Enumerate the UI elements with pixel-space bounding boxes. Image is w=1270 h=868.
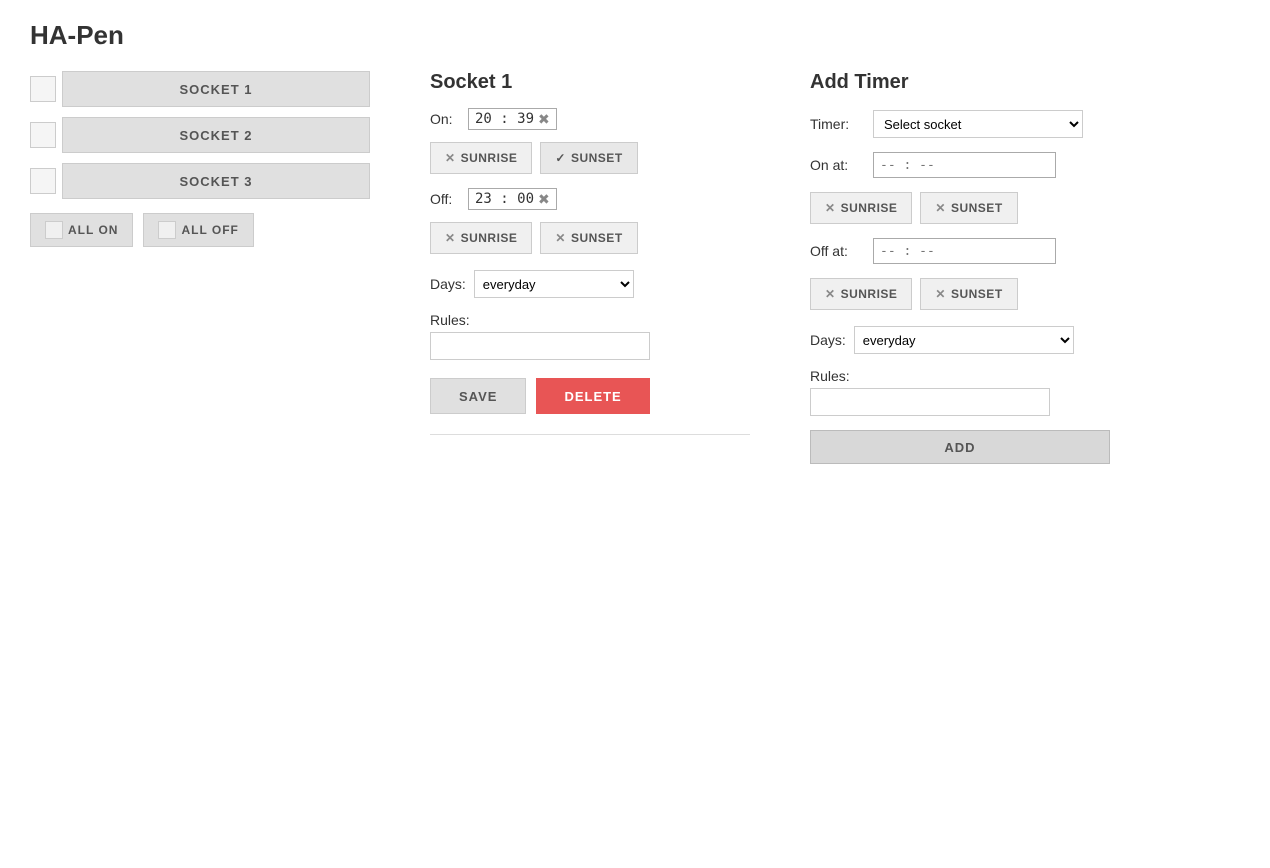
socket2-row: SOCKET 2 [30,117,370,153]
all-off-checkbox[interactable] [158,221,176,239]
timer-socket-row: Timer: Select socket Socket 1 Socket 2 S… [810,110,1110,138]
add-off-sunset-button[interactable]: ✕ SUNSET [920,278,1017,310]
on-time-value: 20 : 39 [475,111,534,127]
add-off-sunset-x-icon: ✕ [935,287,946,301]
add-days-select[interactable]: everyday weekdays weekends monday tuesda… [854,326,1074,354]
all-off-label: ALL OFF [181,223,238,237]
off-sunrise-button[interactable]: ✕ SUNRISE [430,222,532,254]
socket1-button[interactable]: SOCKET 1 [62,71,370,107]
off-time-value: 23 : 00 [475,191,534,207]
socket1-checkbox[interactable] [30,76,56,102]
days-row: Days: everyday weekdays weekends monday … [430,270,750,298]
off-time-box[interactable]: 23 : 00 ✖ [468,188,557,210]
add-off-sunrise-x-icon: ✕ [825,287,836,301]
rules-input[interactable] [430,332,650,360]
off-sunrise-label: SUNRISE [461,231,518,245]
add-off-sunrise-label: SUNRISE [841,287,898,301]
timer-label: Timer: [810,116,865,132]
save-button[interactable]: SAVE [430,378,526,414]
on-sunset-check-icon: ✓ [555,151,566,165]
add-off-at-input[interactable] [873,238,1056,264]
add-rules-section: Rules: [810,368,1110,416]
on-time-row: On: 20 : 39 ✖ [430,108,750,130]
socket3-button[interactable]: SOCKET 3 [62,163,370,199]
on-sunrise-x-icon: ✕ [445,151,456,165]
add-off-sunrise-sunset-row: ✕ SUNRISE ✕ SUNSET [810,278,1110,310]
add-off-at-row: Off at: [810,238,1110,264]
on-sunrise-label: SUNRISE [461,151,518,165]
add-on-at-row: On at: [810,152,1110,178]
on-time-clear[interactable]: ✖ [538,112,550,126]
rules-section: Rules: [430,312,750,360]
all-on-button[interactable]: ALL ON [30,213,133,247]
add-rules-input[interactable] [810,388,1050,416]
off-sunset-x-icon: ✕ [555,231,566,245]
days-label: Days: [430,276,466,292]
add-off-at-label: Off at: [810,243,865,259]
add-on-sunrise-sunset-row: ✕ SUNRISE ✕ SUNSET [810,192,1110,224]
on-sunset-button[interactable]: ✓ SUNSET [540,142,637,174]
middle-panel: Socket 1 On: 20 : 39 ✖ ✕ SUNRISE ✓ SUNSE… [430,71,750,435]
add-timer-title: Add Timer [810,71,1110,94]
off-sunset-label: SUNSET [571,231,623,245]
all-buttons-row: ALL ON ALL OFF [30,213,370,247]
all-on-label: ALL ON [68,223,118,237]
add-rules-label: Rules: [810,368,1110,384]
socket3-checkbox[interactable] [30,168,56,194]
action-buttons-row: SAVE DELETE [430,378,750,414]
socket1-row: SOCKET 1 [30,71,370,107]
add-days-row: Days: everyday weekdays weekends monday … [810,326,1110,354]
off-time-row: Off: 23 : 00 ✖ [430,188,750,210]
socket2-button[interactable]: SOCKET 2 [62,117,370,153]
days-select[interactable]: everyday weekdays weekends monday tuesda… [474,270,634,298]
add-on-sunset-x-icon: ✕ [935,201,946,215]
off-sunrise-x-icon: ✕ [445,231,456,245]
add-on-sunrise-label: SUNRISE [841,201,898,215]
add-off-sunset-label: SUNSET [951,287,1003,301]
rules-label: Rules: [430,312,750,328]
socket-select[interactable]: Select socket Socket 1 Socket 2 Socket 3 [873,110,1083,138]
socket-title: Socket 1 [430,71,750,94]
delete-button[interactable]: DELETE [536,378,649,414]
all-on-checkbox[interactable] [45,221,63,239]
on-label: On: [430,111,460,127]
add-on-at-input[interactable] [873,152,1056,178]
off-time-clear[interactable]: ✖ [538,192,550,206]
add-button[interactable]: ADD [810,430,1110,464]
add-off-sunrise-button[interactable]: ✕ SUNRISE [810,278,912,310]
add-on-sunrise-x-icon: ✕ [825,201,836,215]
left-panel: SOCKET 1 SOCKET 2 SOCKET 3 ALL ON ALL OF… [30,71,370,247]
off-label: Off: [430,191,460,207]
off-sunrise-sunset-row: ✕ SUNRISE ✕ SUNSET [430,222,750,254]
on-sunset-label: SUNSET [571,151,623,165]
add-on-sunset-button[interactable]: ✕ SUNSET [920,192,1017,224]
on-sunrise-sunset-row: ✕ SUNRISE ✓ SUNSET [430,142,750,174]
add-on-sunrise-button[interactable]: ✕ SUNRISE [810,192,912,224]
off-sunset-button[interactable]: ✕ SUNSET [540,222,637,254]
on-time-box[interactable]: 20 : 39 ✖ [468,108,557,130]
all-off-button[interactable]: ALL OFF [143,213,253,247]
app-title: HA-Pen [0,0,1270,61]
socket3-row: SOCKET 3 [30,163,370,199]
socket2-checkbox[interactable] [30,122,56,148]
add-days-label: Days: [810,332,846,348]
divider [430,434,750,435]
right-panel: Add Timer Timer: Select socket Socket 1 … [810,71,1110,464]
on-sunrise-button[interactable]: ✕ SUNRISE [430,142,532,174]
add-on-sunset-label: SUNSET [951,201,1003,215]
add-on-at-label: On at: [810,157,865,173]
